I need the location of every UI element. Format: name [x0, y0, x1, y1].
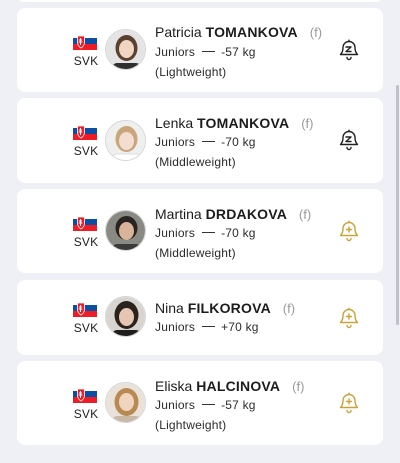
country-code: SVK: [73, 407, 99, 421]
dash-separator: [202, 141, 216, 143]
previous-card-edge: [17, 0, 383, 2]
bell-plus-icon[interactable]: [337, 218, 361, 242]
athlete-name[interactable]: Nina FILKOROVA (f): [155, 300, 295, 316]
dash-separator: [202, 232, 216, 234]
first-name: Eliska: [155, 378, 193, 394]
bell-off-icon[interactable]: [337, 127, 361, 151]
weight: -57 kg: [221, 45, 256, 59]
first-name: Martina: [155, 206, 202, 222]
athlete-name[interactable]: Eliska HALCINOVA (f): [155, 378, 304, 394]
first-name: Nina: [155, 300, 184, 316]
country-code: SVK: [73, 144, 99, 158]
avatar: [105, 382, 146, 423]
last-name: TOMANKOVA: [205, 24, 298, 40]
slovakia-flag-icon: [73, 122, 97, 140]
category: Juniors: [155, 398, 196, 412]
slovakia-flag-icon: [73, 299, 97, 317]
category-weight: Juniors -57 kg: [155, 45, 256, 59]
weight: -70 kg: [221, 135, 256, 149]
weight-class: (Lightweight): [155, 418, 227, 432]
athlete-name[interactable]: Lenka TOMANKOVA (f): [155, 115, 314, 131]
athlete-name[interactable]: Patricia TOMANKOVA (f): [155, 24, 322, 40]
weight: +70 kg: [221, 320, 259, 334]
athlete-card[interactable]: SVK Martina DRDAKOVA (f) Juniors -70 kg (…: [17, 189, 383, 273]
scrollbar-thumb[interactable]: [396, 85, 399, 325]
first-name: Lenka: [155, 115, 194, 131]
last-name: DRDAKOVA: [205, 206, 288, 222]
slovakia-flag-icon: [73, 213, 97, 231]
gender: (f): [301, 116, 314, 131]
athlete-card[interactable]: SVK Lenka TOMANKOVA (f) Juniors -70 kg (M…: [17, 98, 383, 183]
weight: -57 kg: [221, 398, 256, 412]
last-name: TOMANKOVA: [197, 115, 290, 131]
avatar: [105, 210, 146, 251]
category-weight: Juniors -70 kg: [155, 135, 256, 149]
avatar: [105, 29, 146, 70]
category-weight: Juniors -57 kg: [155, 398, 256, 412]
weight: -70 kg: [221, 226, 256, 240]
country-code: SVK: [73, 235, 99, 249]
bell-plus-icon[interactable]: [337, 390, 361, 414]
category: Juniors: [155, 45, 196, 59]
category: Juniors: [155, 320, 196, 334]
gender: (f): [298, 207, 312, 222]
dash-separator: [202, 326, 216, 328]
last-name: FILKOROVA: [187, 300, 271, 316]
weight-class: (Lightweight): [155, 65, 227, 79]
athlete-card[interactable]: SVK Nina FILKOROVA (f) Juniors +70 kg: [17, 280, 383, 355]
dash-separator: [202, 51, 216, 53]
category-weight: Juniors +70 kg: [155, 320, 259, 334]
country-code: SVK: [73, 321, 99, 335]
gender: (f): [282, 301, 296, 316]
slovakia-flag-icon: [73, 32, 97, 50]
slovakia-flag-icon: [73, 385, 97, 403]
category: Juniors: [155, 135, 196, 149]
athlete-card[interactable]: SVK Eliska HALCINOVA (f) Juniors -57 kg (…: [17, 361, 383, 445]
category-weight: Juniors -70 kg: [155, 226, 256, 240]
bell-plus-icon[interactable]: [337, 305, 361, 329]
athlete-name[interactable]: Martina DRDAKOVA (f): [155, 206, 311, 222]
dash-separator: [202, 404, 216, 406]
gender: (f): [292, 379, 305, 394]
athlete-card[interactable]: SVK Patricia TOMANKOVA (f) Juniors -57 kg…: [17, 8, 383, 92]
country-code: SVK: [73, 54, 99, 68]
weight-class: (Middleweight): [155, 246, 236, 260]
weight-class: (Middleweight): [155, 155, 236, 169]
first-name: Patricia: [155, 24, 202, 40]
avatar: [105, 296, 146, 337]
gender: (f): [309, 25, 323, 40]
scrollbar[interactable]: [396, 0, 400, 463]
avatar: [105, 120, 146, 161]
bell-off-icon[interactable]: [337, 37, 361, 61]
category: Juniors: [155, 226, 196, 240]
last-name: HALCINOVA: [196, 378, 281, 394]
